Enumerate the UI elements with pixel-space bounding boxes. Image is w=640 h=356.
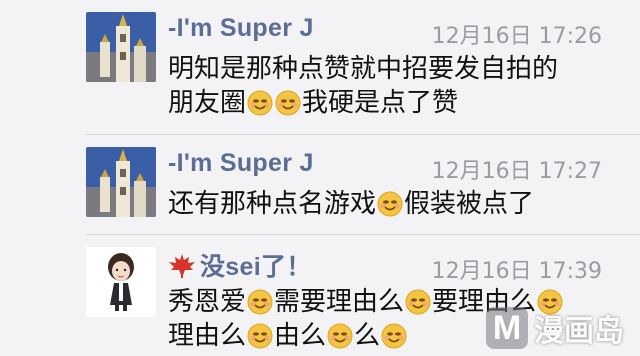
comment-text-segment: 秀恩爱 [168,287,247,317]
smiling-face-icon [381,323,407,349]
comment-line: 明知是那种点赞就中招要发自拍的 [168,52,600,86]
comment-item: -I'm Super J 12月16日 17:26 明知是那种点赞就中招要发自拍… [0,0,640,130]
watermark: M 漫画岛 [486,306,634,350]
comment-text-segment: 假装被点了 [404,189,535,219]
comment-text: 明知是那种点赞就中招要发自拍的 朋友圈 我硬是点了赞 [168,52,600,120]
comment-line: 朋友圈 我硬是点了赞 [168,86,600,120]
smiling-face-icon [327,323,353,349]
comment-text-segment: 还有那种点名游戏 [168,189,377,219]
comment-text: 还有那种点名游戏 假装被点了 [168,187,600,221]
comment-time: 12月16日 17:39 [431,259,602,284]
comment-text-segment: 朋友圈 [168,88,247,118]
smiling-face-icon [377,191,403,217]
comment-text-segment: 由么 [274,321,327,351]
smiling-face-icon [275,90,301,116]
watermark-logo: M [486,307,528,349]
watermark-text: 漫画岛 [534,314,624,349]
comment-author[interactable]: 没sei了！ [168,247,312,283]
avatar[interactable] [86,247,156,317]
avatar[interactable] [86,12,156,82]
comment-author[interactable]: -I'm Super J [168,149,314,178]
comment-text-segment: 理由么 [168,321,247,351]
avatar[interactable] [86,147,156,217]
comment-time: 12月16日 17:26 [431,24,602,49]
comment-item: -I'm Super J 12月16日 17:27 还有那种点名游戏 假装被点了 [0,135,640,235]
comment-author[interactable]: -I'm Super J [168,14,314,43]
comment-text-segment: 么 [354,321,381,351]
comment-text-segment: 我硬是点了赞 [302,88,459,118]
smiling-face-icon [247,90,273,116]
smiling-face-icon [405,289,431,315]
maple-leaf-icon [168,253,196,279]
comment-text-segment: 需要理由么 [274,287,405,317]
smiling-face-icon [247,289,273,315]
smiling-face-icon [247,323,273,349]
comment-time: 12月16日 17:27 [431,159,602,184]
comment-text-segment: 明知是那种点赞就中招要发自拍的 [168,54,559,84]
comment-author-label: 没sei了！ [200,253,312,281]
comment-line: 还有那种点名游戏 假装被点了 [168,187,600,221]
